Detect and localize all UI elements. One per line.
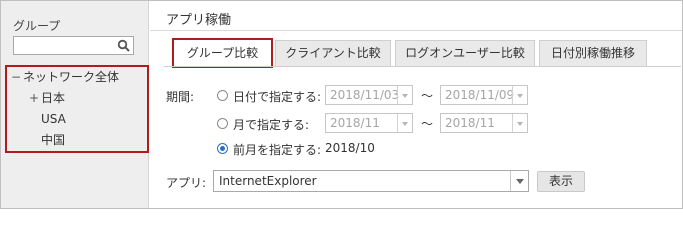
collapse-icon[interactable]: − <box>9 67 23 87</box>
period-label: 期間: <box>166 90 195 104</box>
app-select[interactable]: InternetExplorer <box>213 170 529 192</box>
tab-baseline <box>164 66 681 67</box>
tab-logon-user-compare[interactable]: ログオンユーザー比較 <box>395 40 535 66</box>
show-button[interactable]: 表示 <box>537 171 585 192</box>
prev-month-value: 2018/10 <box>325 141 375 155</box>
month-from-select[interactable]: 2018/11 <box>325 113 413 133</box>
group-tree: − ネットワーク全体 + 日本 USA 中国 <box>5 65 149 153</box>
month-to-select[interactable]: 2018/11 <box>440 113 528 133</box>
tab-daily-trend[interactable]: 日付別稼働推移 <box>539 40 647 66</box>
tree-item-network-all[interactable]: − ネットワーク全体 <box>9 67 119 87</box>
sidebar-title: グループ <box>13 19 61 33</box>
tree-item-label: USA <box>41 112 66 126</box>
tree-item-china[interactable]: 中国 <box>41 130 65 150</box>
range-separator: 〜 <box>421 117 434 131</box>
by-date-label: 日付で指定する: <box>233 90 322 104</box>
tree-item-usa[interactable]: USA <box>41 109 66 129</box>
chevron-down-icon <box>512 114 527 132</box>
chevron-down-icon <box>397 86 412 104</box>
range-separator: 〜 <box>421 89 434 103</box>
group-search-input[interactable] <box>13 36 134 55</box>
tab-group-compare[interactable]: グループ比較 <box>172 38 273 68</box>
by-date-radio[interactable] <box>217 90 228 101</box>
date-to-select[interactable]: 2018/11/09 <box>440 85 528 105</box>
chevron-down-icon <box>512 86 527 104</box>
group-sidebar: グループ − ネットワーク全体 + 日本 USA 中国 <box>1 1 149 208</box>
prev-month-radio[interactable] <box>217 143 228 154</box>
prev-month-label: 前月を指定する: <box>233 143 322 157</box>
by-month-radio[interactable] <box>217 118 228 129</box>
tree-item-japan[interactable]: + 日本 <box>27 88 65 108</box>
month-from-value: 2018/11 <box>330 116 380 130</box>
by-month-label: 月で指定する: <box>233 118 310 132</box>
search-icon[interactable] <box>117 39 130 52</box>
tree-item-label: 日本 <box>41 91 66 105</box>
tree-item-label: 中国 <box>41 133 66 147</box>
date-from-select[interactable]: 2018/11/03 <box>325 85 413 105</box>
app-label: アプリ: <box>166 176 207 190</box>
chevron-down-icon <box>510 171 528 191</box>
expand-icon[interactable]: + <box>27 88 41 108</box>
date-to-value: 2018/11/09 <box>445 88 515 102</box>
chevron-down-icon <box>397 114 412 132</box>
month-to-value: 2018/11 <box>445 116 495 130</box>
header-divider <box>150 30 682 31</box>
tab-client-compare[interactable]: クライアント比較 <box>275 40 391 66</box>
date-from-value: 2018/11/03 <box>330 88 400 102</box>
page-title: アプリ稼働 <box>166 13 232 28</box>
tree-item-label: ネットワーク全体 <box>23 70 120 84</box>
app-select-value: InternetExplorer <box>219 174 317 188</box>
